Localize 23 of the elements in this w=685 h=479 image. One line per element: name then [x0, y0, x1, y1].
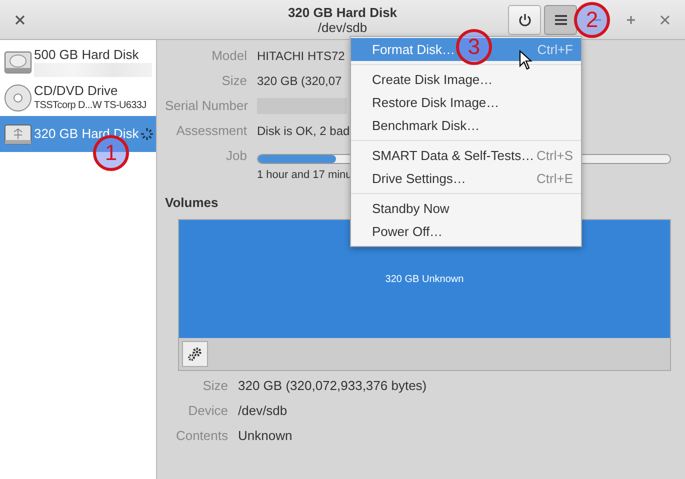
- section-heading: Volumes: [165, 195, 218, 211]
- drive-name: CD/DVD Drive: [34, 83, 119, 99]
- field-value: HITACHI HTS72: [257, 48, 345, 64]
- step-number-marker: 3: [456, 29, 492, 65]
- field-label: Assessment: [175, 123, 247, 139]
- field-label: Device: [187, 403, 228, 419]
- window-title: 320 GB Hard Disk: [288, 5, 398, 20]
- field-value: Disk is OK, 2 bad: [257, 123, 350, 139]
- field-label: Job: [225, 148, 247, 164]
- field-label: Size: [220, 73, 247, 89]
- drive-model: TSSTcorp D...W TS-U633J: [34, 99, 146, 113]
- field-value: /dev/sdb: [238, 403, 288, 419]
- field-value: Unknown: [238, 428, 292, 444]
- field-label: Model: [210, 48, 247, 64]
- window-subtitle: /dev/sdb: [318, 20, 368, 35]
- field-label: Size: [202, 378, 228, 394]
- step-number-marker: 2: [574, 2, 610, 38]
- field-value: 320 GB (320,072,933,376 bytes): [238, 378, 427, 394]
- field-label: Serial Number: [165, 98, 247, 114]
- drive-name: 500 GB Hard Disk: [34, 47, 140, 63]
- field-label: Contents: [174, 428, 228, 444]
- partition-label: 320 GB Unknown: [385, 274, 464, 284]
- field-value: 320 GB (320,07: [257, 73, 342, 89]
